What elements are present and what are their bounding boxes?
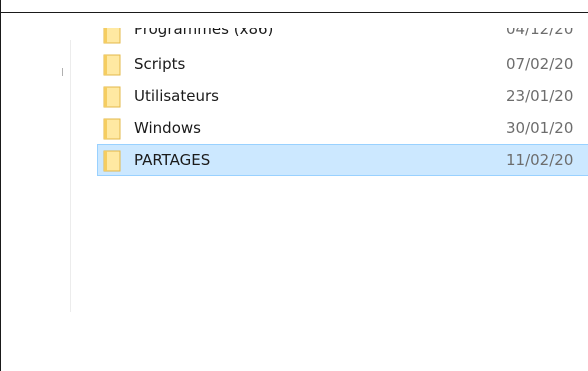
folder-icon: [103, 54, 121, 76]
file-date: 07/02/20: [506, 55, 574, 73]
file-name: Windows: [134, 119, 201, 137]
file-row-partages[interactable]: PARTAGES 11/02/20: [97, 144, 588, 176]
file-row-utilisateurs[interactable]: Utilisateurs 23/01/20: [97, 80, 588, 112]
folder-icon: [103, 118, 121, 140]
folder-icon: [103, 150, 121, 172]
file-date: 30/01/20: [506, 119, 574, 137]
folder-icon: [103, 86, 121, 108]
window-left-edge: [0, 0, 1, 371]
file-row-windows[interactable]: Windows 30/01/20: [97, 112, 588, 144]
file-name: Programmes (x86): [134, 28, 274, 38]
navigation-pane-divider[interactable]: [70, 40, 71, 312]
file-name: PARTAGES: [134, 151, 211, 169]
navigation-pane-marker: [62, 68, 63, 76]
window-top-edge: [0, 0, 588, 13]
folder-icon: [103, 28, 121, 44]
file-list: Scripts 07/02/20 Utilisateurs 23/01/20 W…: [97, 48, 588, 176]
file-row-scripts[interactable]: Scripts 07/02/20: [97, 48, 588, 80]
file-date: 04/12/20: [506, 28, 574, 38]
file-row-programmes-x86[interactable]: Programmes (x86) 04/12/20: [97, 28, 588, 48]
file-explorer-view: Programmes (x86) 04/12/20 Scripts 07/02/…: [0, 0, 588, 371]
file-date: 11/02/20: [506, 151, 574, 169]
file-name: Utilisateurs: [134, 87, 219, 105]
file-date: 23/01/20: [506, 87, 574, 105]
file-name: Scripts: [134, 55, 186, 73]
